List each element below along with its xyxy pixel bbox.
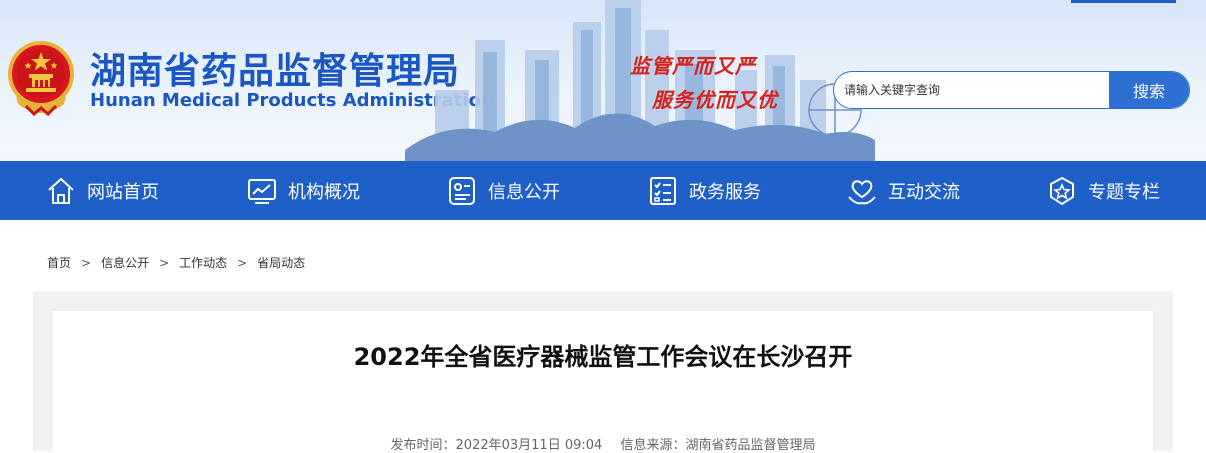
main-nav: 网站首页 机构概况 信息公开 政务服务 互动交流 专题专栏 bbox=[0, 161, 1206, 220]
search-input[interactable] bbox=[834, 72, 1120, 108]
heart-hand-icon bbox=[848, 179, 876, 204]
nav-item-label: 专题专栏 bbox=[1088, 181, 1160, 203]
article-meta: 发布时间：2022年03月11日 09:04 信息来源：湖南省药品监督管理局 bbox=[53, 434, 1153, 453]
breadcrumb-item-home[interactable]: 首页 bbox=[47, 254, 71, 271]
nav-item-label: 网站首页 bbox=[87, 181, 159, 203]
nav-item-label: 互动交流 bbox=[888, 181, 960, 203]
breadcrumb-item-info-disclosure[interactable]: 信息公开 bbox=[101, 254, 149, 271]
checklist-icon bbox=[650, 176, 676, 205]
breadcrumb-item-bureau-news[interactable]: 省局动态 bbox=[257, 254, 305, 271]
nav-item-label: 政务服务 bbox=[689, 181, 761, 203]
slogan-line-2: 服务优而又优 bbox=[652, 88, 778, 112]
breadcrumb-separator: > bbox=[159, 255, 170, 270]
nav-item-label: 信息公开 bbox=[488, 181, 560, 203]
header-accent-strip bbox=[1071, 0, 1176, 3]
nav-item-special-topics[interactable]: 专题专栏 bbox=[1046, 161, 1160, 220]
nav-item-interaction[interactable]: 互动交流 bbox=[846, 161, 960, 220]
breadcrumb: 首页 > 信息公开 > 工作动态 > 省局动态 bbox=[47, 254, 305, 271]
city-skyline-graphic bbox=[405, 0, 875, 161]
article-title: 2022年全省医疗器械监管工作会议在长沙召开 bbox=[353, 343, 853, 371]
nav-item-gov-services[interactable]: 政务服务 bbox=[647, 161, 761, 220]
nav-item-info-disclosure[interactable]: 信息公开 bbox=[446, 161, 560, 220]
breadcrumb-separator: > bbox=[81, 255, 92, 270]
nav-item-about[interactable]: 机构概况 bbox=[246, 161, 360, 220]
id-card-icon bbox=[449, 176, 475, 205]
chart-monitor-icon bbox=[248, 178, 276, 204]
site-header: 湖南省药品监督管理局 Hunan Medical Products Admini… bbox=[0, 0, 1206, 161]
article-panel: 2022年全省医疗器械监管工作会议在长沙召开 发布时间：2022年03月11日 … bbox=[53, 311, 1153, 453]
search-box: 搜索 bbox=[833, 71, 1190, 109]
nav-item-label: 机构概况 bbox=[288, 181, 360, 203]
home-icon bbox=[48, 177, 74, 204]
slogan-line-1: 监管严而又严 bbox=[630, 54, 756, 78]
breadcrumb-item-work-news[interactable]: 工作动态 bbox=[179, 254, 227, 271]
star-badge-icon bbox=[1050, 176, 1074, 205]
national-emblem-icon bbox=[8, 41, 74, 116]
nav-item-home[interactable]: 网站首页 bbox=[45, 161, 159, 220]
search-button[interactable]: 搜索 bbox=[1109, 72, 1189, 108]
breadcrumb-separator: > bbox=[237, 255, 248, 270]
